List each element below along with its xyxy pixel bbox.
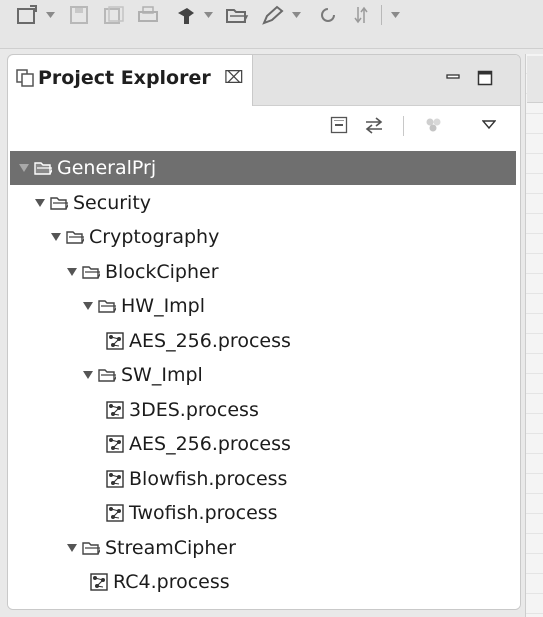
tree-item-label: HW_Impl [121, 295, 206, 317]
tree-file-item[interactable]: Blowfish.process [10, 462, 516, 496]
folder-open-icon [82, 264, 100, 280]
folder-open-icon [98, 298, 116, 314]
tree-item-label: AES_256.process [129, 329, 291, 352]
tree-item-label: BlockCipher [105, 260, 219, 283]
pen-icon[interactable] [260, 2, 286, 28]
view-toolbar [8, 106, 520, 148]
tree-item-label: AES_256.process [129, 433, 291, 455]
project-folder-icon [34, 160, 52, 176]
tree-folder-item[interactable]: BlockCipher [10, 255, 516, 289]
save-all-icon[interactable] [103, 2, 125, 28]
folder-open-icon [82, 540, 100, 556]
tree-item-label: SW_Impl [121, 364, 203, 386]
process-file-icon [106, 504, 124, 522]
print-icon[interactable] [137, 2, 159, 28]
tree-item-label: Security [73, 191, 152, 214]
tree-item-label: StreamCipher [105, 536, 236, 559]
build-dropdown-icon[interactable] [203, 7, 213, 23]
tree-project-item[interactable]: GeneralPrj [10, 151, 516, 185]
toolbar-separator [381, 5, 382, 25]
maximize-icon[interactable] [476, 69, 494, 87]
process-file-icon [106, 435, 124, 453]
tree-folder-item[interactable]: SW_Impl [10, 358, 516, 392]
filter-icon[interactable] [423, 114, 445, 136]
expand-toggle-icon[interactable] [18, 162, 30, 174]
panel-title: Project Explorer [38, 67, 211, 89]
process-file-icon [90, 573, 108, 591]
view-menu-icon[interactable] [478, 114, 500, 136]
expand-toggle-icon[interactable] [66, 266, 78, 278]
tree-file-item[interactable]: AES_256.process [10, 324, 516, 358]
minimize-icon[interactable] [444, 69, 462, 87]
new-icon[interactable] [14, 2, 40, 28]
tree-folder-item[interactable]: Cryptography [10, 220, 516, 254]
tree-file-item[interactable]: RC4.process [10, 565, 516, 599]
tree-item-label: Twofish.process [129, 502, 278, 524]
folder-open-icon [50, 195, 68, 211]
tree-item-label: 3DES.process [129, 398, 259, 421]
tab-project-explorer[interactable]: Project Explorer ⌧ [8, 55, 253, 106]
view-toolbar-separator [403, 116, 404, 136]
folder-open-icon [66, 229, 84, 245]
open-folder-icon[interactable] [224, 2, 250, 28]
process-file-icon [106, 331, 124, 350]
expand-toggle-icon[interactable] [50, 231, 62, 243]
tree-file-item[interactable]: Twofish.process [10, 496, 516, 530]
tree-item-label: RC4.process [113, 571, 230, 593]
close-icon[interactable]: ⌧ [224, 68, 244, 88]
save-icon[interactable] [68, 2, 90, 28]
editor-tab-edge[interactable] [527, 56, 543, 103]
pen-dropdown-icon[interactable] [291, 7, 301, 23]
tree-file-item[interactable]: AES_256.process [10, 427, 516, 461]
collapse-all-icon[interactable] [328, 114, 350, 136]
tree-folder-item[interactable]: Security [10, 186, 516, 220]
folder-open-icon [98, 367, 116, 383]
main-toolbar [0, 0, 543, 49]
tree-folder-item[interactable]: HW_Impl [10, 289, 516, 323]
tree-file-item[interactable]: 3DES.process [10, 393, 516, 427]
tree-folder-item[interactable]: StreamCipher [10, 531, 516, 565]
sort-dropdown-icon[interactable] [390, 7, 400, 23]
project-explorer-icon [16, 69, 34, 91]
process-file-icon [106, 400, 124, 419]
expand-toggle-icon[interactable] [34, 197, 46, 209]
expand-toggle-icon[interactable] [66, 542, 78, 554]
expand-toggle-icon[interactable] [82, 369, 94, 381]
panel-bottom-edge [8, 601, 520, 609]
sort-icon[interactable] [350, 2, 372, 28]
expand-toggle-icon[interactable] [82, 300, 94, 312]
tree-item-label: Blowfish.process [129, 467, 288, 490]
new-dropdown-icon[interactable] [45, 7, 55, 23]
tree-item-label: Cryptography [89, 226, 220, 248]
refresh-icon[interactable] [317, 2, 339, 28]
link-with-editor-icon[interactable] [363, 114, 385, 136]
tree-item-label: GeneralPrj [57, 157, 157, 179]
project-explorer-panel: Project Explorer ⌧ GeneralPrj Security Cry… [7, 54, 521, 610]
process-file-icon [106, 469, 124, 488]
view-tabstrip: Project Explorer ⌧ [8, 55, 520, 106]
editor-area-edge [525, 54, 543, 617]
build-icon[interactable] [174, 2, 198, 28]
